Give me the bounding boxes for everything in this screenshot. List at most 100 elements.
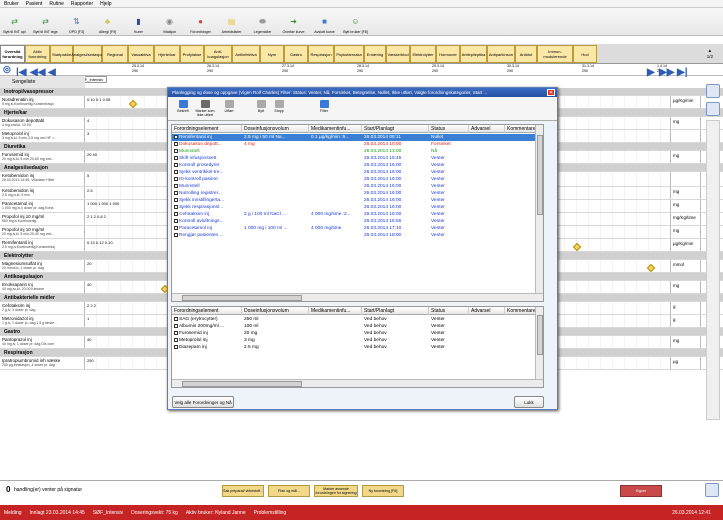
task-checkbox-icon[interactable]: [174, 232, 178, 237]
medication-label[interactable]: Cefotaksim inj 2 g,iv, 3 doser pr. dag: [0, 302, 85, 314]
task-row[interactable]: Remifentanil inj 2.5 mg i 50 ml Na... 0.1 …: [172, 134, 543, 141]
prn-checkbox-icon[interactable]: [174, 323, 178, 328]
task-row[interactable]: Sjekk ventrikkel-tre... 26.03.2014 16:00 V…: [172, 169, 543, 176]
toolbar-button-11[interactable]: ☺ Bytt bruker [F8]: [341, 8, 370, 36]
scroll-thumb[interactable]: [182, 295, 302, 301]
toolbar-button-4[interactable]: ▮ Kurer: [124, 8, 153, 36]
medication-label[interactable]: Ketobemidon inj 2.5 mg,iv,kl. 5 min: [0, 187, 85, 199]
task-checkbox-icon[interactable]: [174, 162, 178, 167]
task-row[interactable]: Sjekk respirasjonsl... 26.03.2014 16:00 Ve…: [172, 204, 543, 211]
tab-18[interactable]: Antiepileptika: [460, 45, 487, 63]
tab-21[interactable]: Immun-modulerende: [537, 45, 573, 63]
info-icon[interactable]: [706, 102, 720, 116]
prn-table-scrollbar[interactable]: [535, 307, 543, 381]
close-button[interactable]: Lukk: [514, 396, 544, 408]
task-row[interactable]: Sjekk innstillingerta... 26.03.2014 16:00…: [172, 197, 543, 204]
tab-4[interactable]: Regional: [102, 45, 128, 63]
dose-marker-icon[interactable]: [572, 242, 582, 251]
task-checkbox-icon[interactable]: [174, 141, 178, 146]
medication-label[interactable]: Propofol inj 10 mg/ml 20 mg,iv,kl. 5 min,…: [0, 226, 85, 238]
medication-label[interactable]: Remifentanil inj 2.5 mg,iv,Kontinuerlig,K…: [0, 239, 85, 251]
tab-page-indicator[interactable]: ▲ 1/2: [707, 48, 713, 60]
medication-label[interactable]: Propofol inj 10 mg/ml 560 mg,iv,Kontinuer…: [0, 213, 85, 225]
task-checkbox-icon[interactable]: [174, 204, 178, 209]
tab-15[interactable]: Væske/blod: [386, 45, 410, 63]
menu-item-bruker[interactable]: Bruker: [4, 1, 19, 7]
task-row[interactable]: Nutrolling registrer... 26.03.2014 16:00 V…: [172, 190, 543, 197]
tab-7[interactable]: Profylakse: [180, 45, 204, 63]
column-header[interactable]: Forordningselement: [172, 125, 242, 133]
medication-label[interactable]: Metronidazol inj 1 g,iv, 1 doser pr. dag,…: [0, 315, 85, 327]
next-fast-icon[interactable]: ▶▶: [659, 67, 674, 78]
task-checkbox-icon[interactable]: [174, 176, 178, 181]
tab-10[interactable]: Nyre: [260, 45, 284, 63]
toolbar-button-0[interactable]: ⇄ Bytt til INT apl: [0, 8, 29, 36]
tab-6[interactable]: Hjerte/kar: [154, 45, 180, 63]
menu-item-pasient[interactable]: Pasient: [26, 1, 43, 7]
column-header[interactable]: Medikamentinfu...: [309, 125, 362, 133]
task-checkbox-icon[interactable]: [174, 225, 178, 230]
tab-9[interactable]: Antiinfektiva: [232, 45, 260, 63]
column-header[interactable]: Advarsel: [469, 125, 505, 133]
menu-item-rapporter[interactable]: Rapporter: [71, 1, 93, 7]
column-header[interactable]: Start/Planlagt: [362, 307, 429, 315]
column-header[interactable]: Advarsel: [469, 307, 505, 315]
marker-signering-button[interactable]: Marker avsende forordningen for signerin…: [314, 485, 358, 497]
task-checkbox-icon[interactable]: [174, 155, 178, 160]
prn-row[interactable]: Albumin 200mg/ml ... 100 ml Ved behov Vente…: [172, 323, 543, 330]
tab-0[interactable]: Oversikt forordning: [0, 45, 25, 63]
tab-14[interactable]: Ernæring: [364, 45, 386, 63]
last-icon[interactable]: ▶|: [677, 67, 688, 78]
tab-20[interactable]: Antidot: [515, 45, 537, 63]
tab-12[interactable]: Respirasjon: [308, 45, 334, 63]
dose-marker-icon[interactable]: [128, 99, 138, 108]
column-header[interactable]: Doseinfusjonsvolum: [242, 307, 309, 315]
task-row[interactable]: Skift infusjonssett 26.03.2014 15:45 Vente…: [172, 155, 543, 162]
tab-17[interactable]: Hormoner: [436, 45, 460, 63]
dialog-tool-5[interactable]: Filter: [313, 100, 335, 113]
patient-icon[interactable]: [706, 84, 720, 98]
task-row[interactable]: Dokusason depott... 4 mg 26.03.2014 10:00 F…: [172, 141, 543, 148]
medication-label[interactable]: Pantoprazol inj 40 mg,iv, 1 doser pr. dag…: [0, 336, 85, 348]
column-header[interactable]: Status: [429, 307, 469, 315]
prn-row[interactable]: Furosemid inj 20 mg Ved behov Venter: [172, 330, 543, 337]
task-checkbox-icon[interactable]: [174, 211, 178, 216]
refresh-icon[interactable]: ◎: [3, 64, 11, 75]
scroll-thumb[interactable]: [537, 315, 543, 355]
prn-row[interactable]: Diazepam inj 2.5 mg Ved behov Venter: [172, 344, 543, 351]
task-row[interactable]: Munnstell 26.03.2014 16:00 Venter: [172, 183, 543, 190]
menu-item-rutine[interactable]: Rutine: [49, 1, 63, 7]
toolbar-button-8[interactable]: ⬬ Legemidler: [248, 8, 277, 36]
tab-1[interactable]: Aktiv forordning: [25, 45, 50, 63]
prn-checkbox-icon[interactable]: [174, 316, 178, 321]
task-table-scrollbar[interactable]: [535, 125, 543, 295]
medication-label[interactable]: Furosemid inj 20 mg,iv,kl. 5 min,20-60 mg…: [0, 151, 85, 163]
column-header[interactable]: Status: [429, 125, 469, 133]
task-row[interactable]: Kontroll avluftnings... 26.03.2014 16:55 V…: [172, 218, 543, 225]
next-icon[interactable]: ▶: [647, 67, 655, 78]
prn-checkbox-icon[interactable]: [174, 337, 178, 342]
medication-label[interactable]: Ketobemidon inj 26.03.2014 14:59, Villads…: [0, 172, 85, 186]
prn-checkbox-icon[interactable]: [174, 330, 178, 335]
task-checkbox-icon[interactable]: [174, 169, 178, 174]
prn-row[interactable]: SAG (erytrocytter) 250 ml Ved behov Venter: [172, 316, 543, 323]
toolbar-button-2[interactable]: ⇅ OPD [F3]: [62, 8, 91, 36]
medication-label[interactable]: Noradrenalin inj 5 mg.iv,Kontinuerlig,Kon…: [0, 96, 85, 108]
task-checkbox-icon[interactable]: [174, 183, 178, 188]
task-checkbox-icon[interactable]: [174, 190, 178, 195]
ny-forordning-button[interactable]: Ny forordning [F6]: [362, 485, 404, 497]
tab-5[interactable]: Vasoaktiva: [128, 45, 154, 63]
task-checkbox-icon[interactable]: [174, 197, 178, 202]
medication-label[interactable]: Ipratropiumbromid inh væske 250 µg,inhala…: [0, 357, 85, 369]
dialog-tool-1[interactable]: Marker som ikke utført: [194, 100, 216, 117]
dialog-tool-4[interactable]: Stopp: [268, 100, 290, 113]
prn-row[interactable]: Metoprolol inj 3 mg Ved behov Venter: [172, 337, 543, 344]
vertical-scrollbar[interactable]: [706, 120, 720, 420]
toolbar-button-1[interactable]: ⇄ Bytt til INT lege: [31, 8, 60, 36]
dose-marker-icon[interactable]: [646, 263, 656, 272]
plan-og-mal-button[interactable]: Plan og mål...: [268, 485, 310, 497]
task-row[interactable]: Cefotaksim inj 2 g i 100 ml NaCl ... 4 000…: [172, 211, 543, 218]
prn-table-hscroll[interactable]: [172, 379, 543, 387]
menu-item-hjelp[interactable]: Hjelp: [100, 1, 111, 7]
tab-22[interactable]: Hud: [573, 45, 597, 63]
